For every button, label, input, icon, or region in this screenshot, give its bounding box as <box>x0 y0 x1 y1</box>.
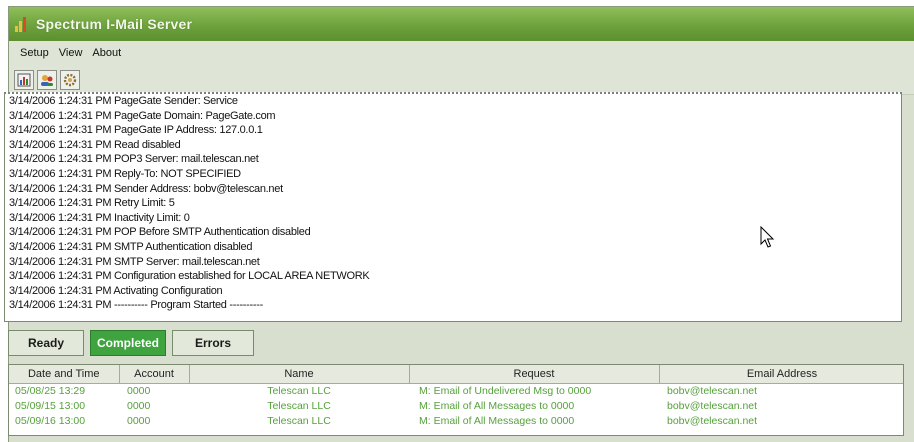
messages-table: Date and Time Account Name Request Email… <box>8 364 904 436</box>
column-header-name[interactable]: Name <box>189 365 410 384</box>
cell-account: 0000 <box>127 414 151 427</box>
users-icon[interactable] <box>37 69 57 90</box>
cell-name: Telescan LLC <box>267 399 331 412</box>
cell-name: Telescan LLC <box>267 384 331 397</box>
log-line: 3/14/2006 1:24:31 PM Inactivity Limit: 0 <box>9 211 190 224</box>
tab-completed[interactable]: Completed <box>90 330 166 356</box>
column-header-account[interactable]: Account <box>119 365 190 384</box>
tab-ready[interactable]: Ready <box>8 330 84 356</box>
column-header-request[interactable]: Request <box>409 365 660 384</box>
log-line: 3/14/2006 1:24:31 PM PageGate Sender: Se… <box>9 95 238 107</box>
column-header-date[interactable]: Date and Time <box>9 365 120 384</box>
cell-account: 0000 <box>127 399 151 412</box>
log-line: 3/14/2006 1:24:31 PM Configuration estab… <box>9 270 370 283</box>
log-panel[interactable]: 3/14/2006 1:24:31 PM PageGate Sender: Se… <box>4 92 902 322</box>
cell-request: M: Email of All Messages to 0000 <box>419 399 575 412</box>
status-tabs: Ready Completed Errors <box>8 330 254 358</box>
cell-request: M: Email of Undelivered Msg to 0000 <box>419 384 592 397</box>
column-header-email[interactable]: Email Address <box>659 365 903 384</box>
settings-icon[interactable] <box>60 69 80 90</box>
cell-name: Telescan LLC <box>267 414 331 427</box>
cell-request: M: Email of All Messages to 0000 <box>419 414 575 427</box>
log-line: 3/14/2006 1:24:31 PM Activating Configur… <box>9 284 223 297</box>
table-row[interactable]: 05/09/16 13:00 0000 Telescan LLC M: Emai… <box>9 413 903 428</box>
table-row[interactable]: 05/08/25 13:29 0000 Telescan LLC M: Emai… <box>9 383 903 398</box>
window-title: Spectrum I-Mail Server <box>36 16 193 32</box>
log-line: 3/14/2006 1:24:31 PM Sender Address: bob… <box>9 182 283 195</box>
cell-date: 05/08/25 13:29 <box>15 384 86 397</box>
cell-email: bobv@telescan.net <box>667 399 758 412</box>
menu-view[interactable]: View <box>54 47 88 59</box>
log-line: 3/14/2006 1:24:31 PM Reply-To: NOT SPECI… <box>9 167 241 180</box>
log-line: 3/14/2006 1:24:31 PM PageGate Domain: Pa… <box>9 109 276 122</box>
log-line: 3/14/2006 1:24:31 PM Retry Limit: 5 <box>9 197 175 210</box>
log-line: 3/14/2006 1:24:31 PM POP3 Server: mail.t… <box>9 153 259 166</box>
title-bar[interactable]: Spectrum I-Mail Server <box>9 7 914 41</box>
mouse-cursor-icon <box>760 226 775 248</box>
menu-about[interactable]: About <box>87 47 126 59</box>
log-line: 3/14/2006 1:24:31 PM SMTP Server: mail.t… <box>9 255 260 268</box>
log-icon[interactable] <box>14 69 34 90</box>
log-line: 3/14/2006 1:24:31 PM PageGate IP Address… <box>9 124 263 137</box>
app-logo-icon <box>15 16 31 32</box>
menu-setup[interactable]: Setup <box>15 47 54 59</box>
toolbar <box>9 65 914 95</box>
table-header-row: Date and Time Account Name Request Email… <box>9 365 903 384</box>
cell-date: 05/09/15 13:00 <box>15 399 86 412</box>
cell-email: bobv@telescan.net <box>667 414 758 427</box>
cell-email: bobv@telescan.net <box>667 384 758 397</box>
cell-account: 0000 <box>127 384 151 397</box>
table-row[interactable]: 05/09/15 13:00 0000 Telescan LLC M: Emai… <box>9 398 903 413</box>
menu-bar: Setup View About <box>9 41 914 65</box>
log-line: 3/14/2006 1:24:31 PM Read disabled <box>9 138 181 151</box>
tab-errors[interactable]: Errors <box>172 330 254 356</box>
cell-date: 05/09/16 13:00 <box>15 414 86 427</box>
log-line: 3/14/2006 1:24:31 PM ---------- Program … <box>9 299 263 312</box>
